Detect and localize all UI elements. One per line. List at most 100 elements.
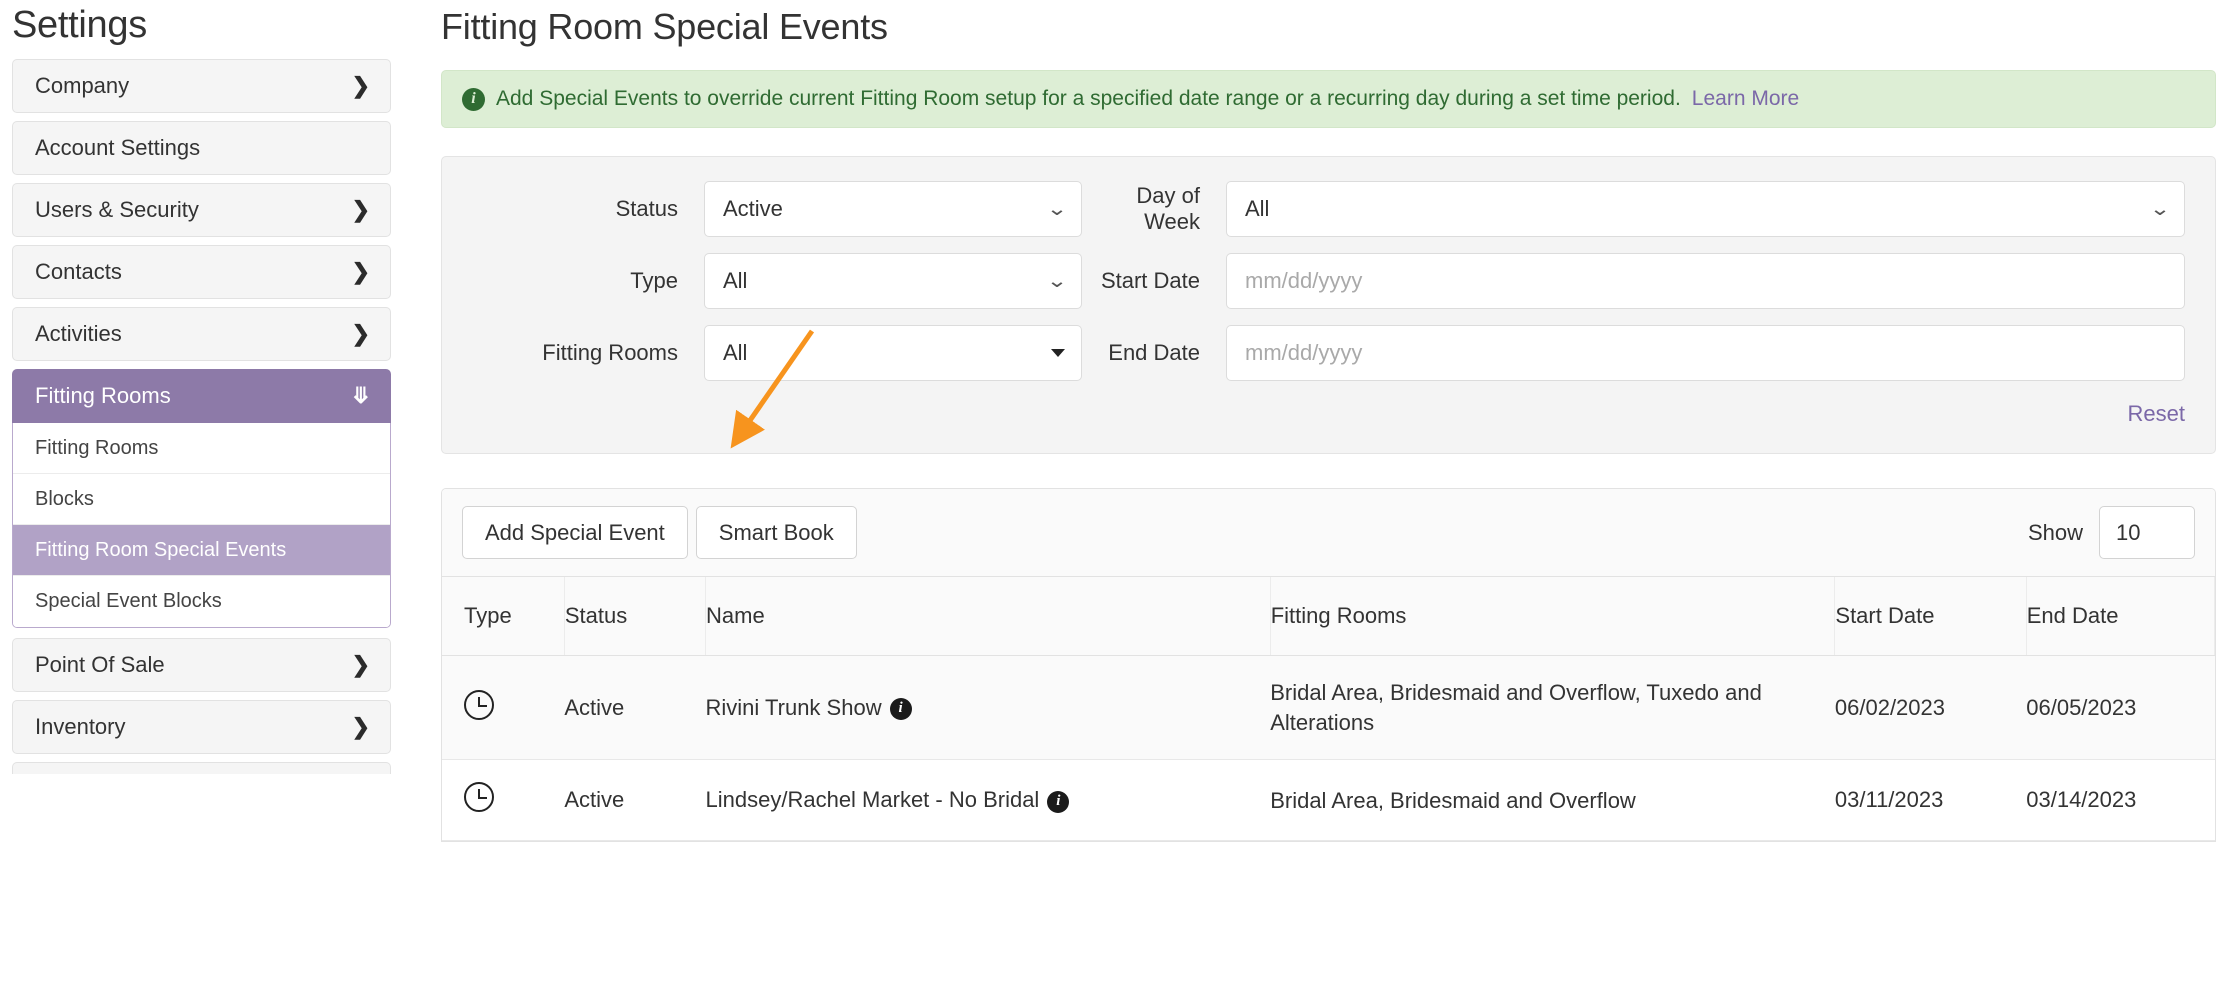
- sidebar-item-point-of-sale[interactable]: Point Of Sale ❯: [12, 638, 391, 692]
- settings-sidebar: Settings Company ❯ Account Settings User…: [0, 0, 403, 1002]
- column-header-status[interactable]: Status: [564, 577, 707, 656]
- end-date-filter-label: End Date: [1108, 340, 1200, 365]
- clock-icon: [464, 782, 494, 813]
- cell-fitting-rooms: Bridal Area, Bridesmaid and Overflow: [1270, 759, 1835, 842]
- sidebar-item-label: Company: [35, 73, 130, 98]
- sidebar-item-inventory-row[interactable]: Inventory ❯: [12, 700, 391, 754]
- sidebar-subitem-label: Fitting Rooms: [35, 436, 159, 459]
- start-date-placeholder: mm/dd/yyyy: [1245, 268, 1363, 293]
- table-body: Active Rivini Trunk Show i Bridal Area, B…: [442, 655, 2215, 842]
- sidebar-item-users-security[interactable]: Users & Security ❯: [12, 183, 391, 237]
- sidebar-item-label: Contacts: [35, 259, 122, 284]
- start-date-input[interactable]: mm/dd/yyyy: [1226, 253, 2185, 309]
- special-events-table-card: Add Special Event Smart Book Show 10 Typ…: [441, 488, 2216, 843]
- fitting-rooms-filter-label: Fitting Rooms: [542, 340, 678, 365]
- show-entries-control: Show 10: [2028, 506, 2195, 559]
- chevron-right-icon: ❯: [351, 73, 370, 98]
- info-banner-text: Add Special Events to override current F…: [496, 87, 1681, 110]
- end-date-input[interactable]: mm/dd/yyyy: [1226, 325, 2185, 381]
- chevron-right-icon: ❯: [351, 652, 370, 677]
- cell-status: Active: [564, 655, 706, 761]
- page-title: Fitting Room Special Events: [441, 6, 888, 47]
- fitting-rooms-filter-value: All: [723, 340, 748, 365]
- sidebar-item-fitting-room-special-events[interactable]: Fitting Room Special Events: [13, 525, 390, 576]
- sidebar-item-special-event-blocks[interactable]: Special Event Blocks: [13, 576, 390, 627]
- event-name: Lindsey/Rachel Market - No Bridal: [705, 787, 1040, 813]
- info-icon[interactable]: i: [889, 697, 912, 720]
- cell-fitting-rooms: Bridal Area, Bridesmaid and Overflow, Tu…: [1270, 655, 1835, 761]
- sidebar-item-partial-next[interactable]: [12, 762, 391, 774]
- sidebar-subitem-label: Blocks: [35, 487, 94, 510]
- sidebar-subitem-label: Fitting Room Special Events: [35, 538, 287, 561]
- sidebar-item-partial-row[interactable]: [12, 762, 391, 774]
- info-icon[interactable]: i: [1047, 790, 1070, 813]
- main-content: Fitting Room Special Events i Add Specia…: [403, 0, 2216, 1002]
- cell-start-date: 06/02/2023: [1834, 655, 2027, 761]
- sidebar-item-contacts[interactable]: Contacts ❯: [12, 245, 391, 299]
- sidebar-item-activities[interactable]: Activities ❯: [12, 307, 391, 361]
- sidebar-item-account-settings-row[interactable]: Account Settings: [12, 121, 391, 175]
- filter-panel: Status Active ⌄ Day of Week All ⌄ Type A…: [441, 156, 2216, 454]
- table-toolbar: Add Special Event Smart Book Show 10: [442, 489, 2215, 577]
- cell-type: [442, 759, 565, 842]
- status-filter-value: Active: [723, 196, 783, 221]
- day-of-week-filter-label: Day of Week: [1136, 183, 1200, 234]
- sidebar-item-label: Inventory: [35, 714, 126, 739]
- special-events-table: Type Status Name Fitting Rooms Start Dat…: [442, 577, 2215, 842]
- sidebar-item-company-row[interactable]: Company ❯: [12, 59, 391, 113]
- start-date-filter-label: Start Date: [1100, 268, 1200, 293]
- column-header-name[interactable]: Name: [705, 577, 1271, 656]
- cell-start-date: 03/11/2023: [1834, 759, 2027, 842]
- table-row[interactable]: Active Rivini Trunk Show i Bridal Area, B…: [442, 655, 2215, 761]
- sidebar-item-label: Activities: [35, 321, 122, 346]
- chevron-down-icon: ⤋: [351, 383, 370, 408]
- column-header-type[interactable]: Type: [442, 577, 565, 656]
- show-entries-select[interactable]: 10: [2099, 506, 2195, 559]
- column-header-start-date[interactable]: Start Date: [1834, 577, 2027, 656]
- sidebar-item-point-of-sale-row[interactable]: Point Of Sale ❯: [12, 638, 391, 692]
- sidebar-item-activities-row[interactable]: Activities ❯: [12, 307, 391, 361]
- sidebar-item-users-security-row[interactable]: Users & Security ❯: [12, 183, 391, 237]
- filter-actions: Reset: [472, 397, 2185, 427]
- sidebar-title: Settings: [12, 4, 147, 46]
- type-filter-label: Type: [630, 268, 678, 293]
- status-filter-select[interactable]: Active ⌄: [704, 181, 1082, 237]
- cell-type: [442, 655, 565, 761]
- fitting-rooms-filter-select[interactable]: All: [704, 325, 1082, 381]
- sidebar-item-company[interactable]: Company ❯: [12, 59, 391, 113]
- table-row[interactable]: Active Lindsey/Rachel Market - No Bridal…: [442, 759, 2215, 842]
- cell-status: Active: [564, 759, 706, 842]
- column-header-fitting-rooms[interactable]: Fitting Rooms: [1270, 577, 1836, 656]
- type-filter-value: All: [723, 268, 748, 293]
- sidebar-item-fitting-rooms[interactable]: Fitting Rooms ⤋: [12, 369, 391, 423]
- sidebar-item-contacts-row[interactable]: Contacts ❯: [12, 245, 391, 299]
- reset-filters-link[interactable]: Reset: [2128, 401, 2185, 427]
- sidebar-item-inventory[interactable]: Inventory ❯: [12, 700, 391, 754]
- sidebar-item-fitting-rooms-sub[interactable]: Fitting Rooms: [13, 423, 390, 474]
- add-special-event-button[interactable]: Add Special Event: [462, 506, 688, 559]
- smart-book-button[interactable]: Smart Book: [695, 506, 857, 559]
- sidebar-item-account-settings[interactable]: Account Settings: [12, 121, 391, 175]
- learn-more-link[interactable]: Learn More: [1692, 87, 1799, 111]
- sidebar-item-label: Users & Security: [35, 197, 199, 222]
- clock-icon: [464, 689, 494, 720]
- sidebar-sublist-fitting-rooms: Fitting Rooms Blocks Fitting Room Specia…: [12, 423, 391, 628]
- column-header-end-date[interactable]: End Date: [2026, 577, 2215, 656]
- chevron-down-icon: ⌄: [2149, 198, 2171, 220]
- sidebar-item-blocks[interactable]: Blocks: [13, 474, 390, 525]
- show-label: Show: [2027, 519, 2083, 545]
- show-entries-value: 10: [2116, 519, 2141, 545]
- caret-down-icon: [1051, 349, 1065, 357]
- sidebar-group-fitting-rooms: Fitting Rooms ⤋ Fitting Rooms Blocks Fit…: [12, 369, 391, 628]
- table-head: Type Status Name Fitting Rooms Start Dat…: [442, 577, 2215, 656]
- settings-page: Settings Company ❯ Account Settings User…: [0, 0, 2216, 1002]
- cell-end-date: 06/05/2023: [2026, 655, 2215, 761]
- end-date-placeholder: mm/dd/yyyy: [1245, 340, 1363, 365]
- chevron-right-icon: ❯: [351, 259, 370, 284]
- info-banner: i Add Special Events to override current…: [441, 70, 2216, 128]
- cell-end-date: 03/14/2023: [2026, 759, 2215, 842]
- chevron-right-icon: ❯: [351, 197, 370, 222]
- day-of-week-filter-select[interactable]: All ⌄: [1226, 181, 2185, 237]
- type-filter-select[interactable]: All ⌄: [704, 253, 1082, 309]
- status-filter-label: Status: [615, 196, 678, 221]
